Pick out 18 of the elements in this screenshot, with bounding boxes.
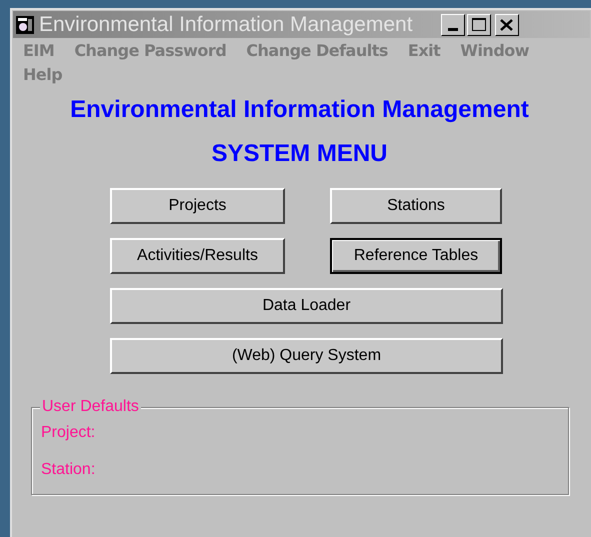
field-label: Project: bbox=[41, 423, 96, 442]
menu-button[interactable]: Activities/Results bbox=[110, 238, 285, 274]
field-label: Station: bbox=[41, 460, 96, 479]
close-button[interactable] bbox=[494, 14, 519, 36]
menu-button[interactable]: Projects bbox=[110, 188, 285, 224]
maximize-icon bbox=[472, 18, 486, 31]
menu-button[interactable]: (Web) Query System bbox=[110, 338, 503, 374]
heading: Environmental Information Management bbox=[69, 95, 530, 125]
minimize-icon bbox=[448, 28, 458, 30]
window-title: Environmental Information Management bbox=[39, 14, 413, 35]
maximize-button[interactable] bbox=[466, 14, 491, 36]
minimize-button[interactable] bbox=[440, 14, 465, 36]
close-icon bbox=[500, 18, 514, 30]
menu-button[interactable]: Data Loader bbox=[110, 288, 503, 324]
menu-button[interactable]: Stations bbox=[330, 188, 502, 224]
menu-button[interactable]: Reference Tables bbox=[330, 238, 502, 274]
app-icon bbox=[15, 14, 35, 34]
subheading: SYSTEM MENU bbox=[210, 139, 388, 169]
